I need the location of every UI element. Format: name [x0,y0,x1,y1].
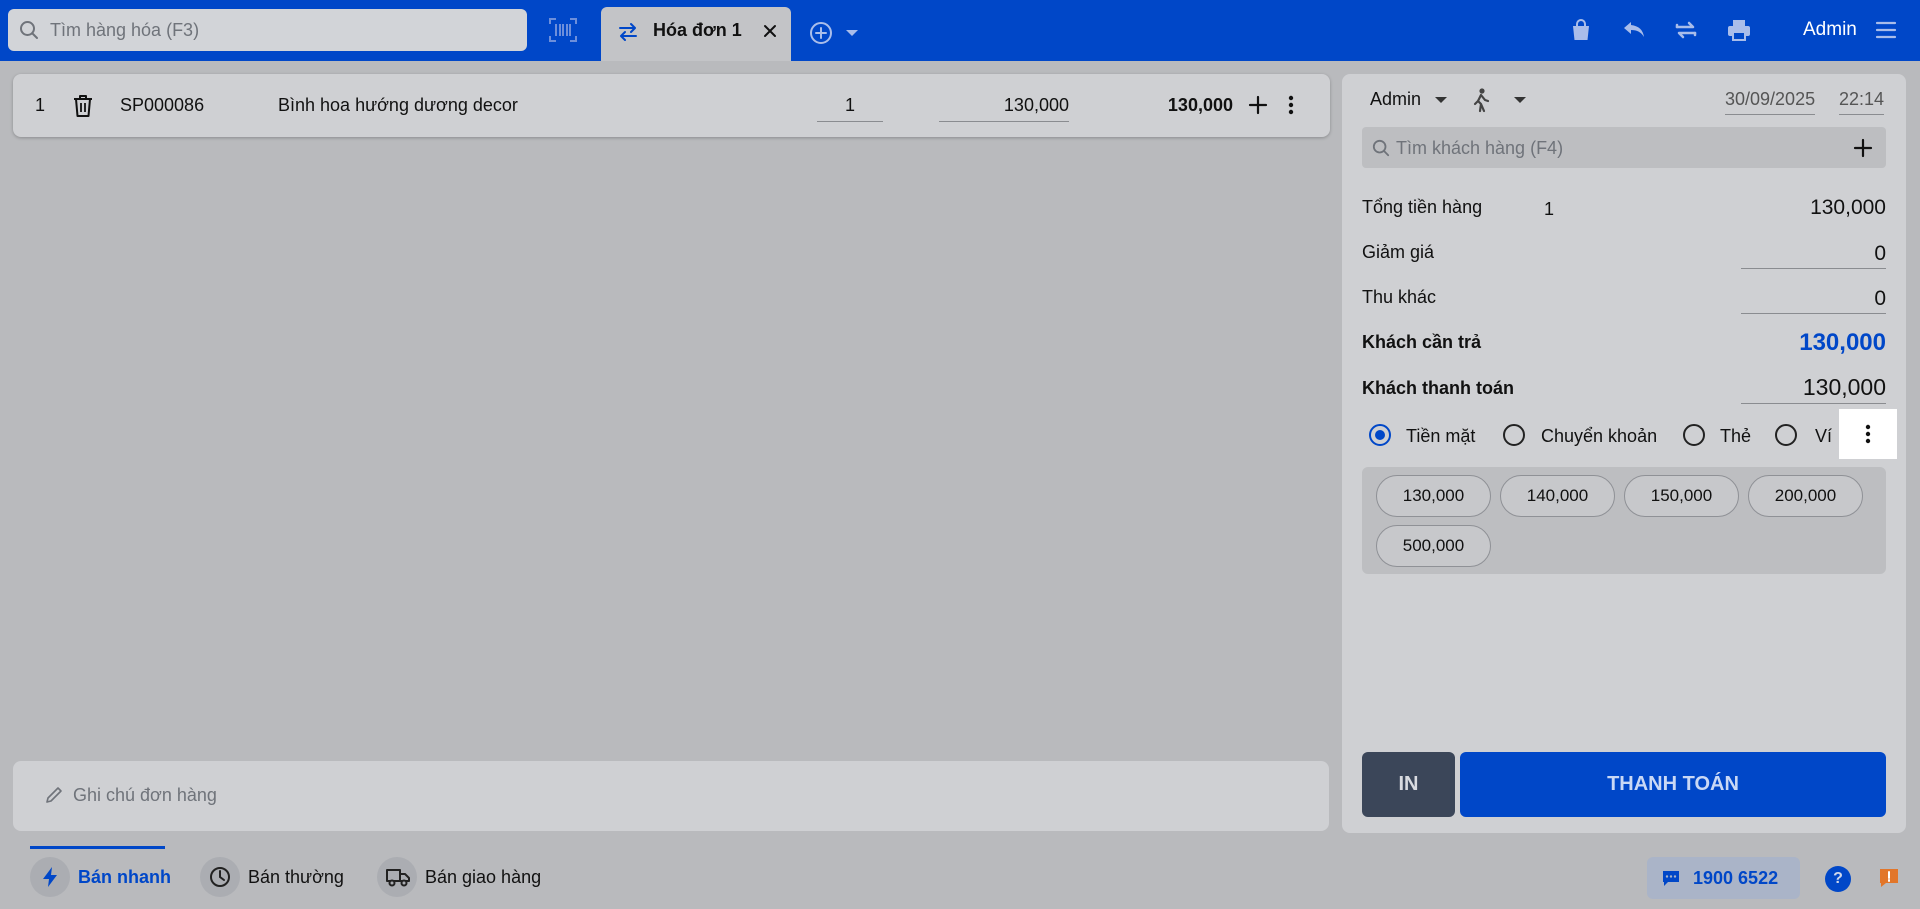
nav-label: Bán giao hàng [425,867,542,887]
nav-quick-sale[interactable]: Bán nhanh [30,857,171,897]
radio-wallet[interactable] [1775,424,1797,446]
add-customer-icon[interactable] [1852,137,1874,159]
amount-due-value: 130,000 [1799,329,1886,356]
trash-icon[interactable] [71,93,95,119]
table-row[interactable]: 1 SP000086 Bình hoa hướng dương decor 1 … [13,74,1330,137]
quick-amount-chip[interactable]: 140,000 [1500,475,1615,517]
payment-option-label: Ví [1815,426,1833,446]
customer-search-placeholder: Tìm khách hàng (F4) [1396,138,1564,158]
swap-icon[interactable] [617,21,639,43]
discount-input[interactable]: 0 [1741,242,1886,269]
radio-card[interactable] [1683,424,1705,446]
payment-option-label: Tiền mặt [1406,426,1476,446]
unit-price-input[interactable]: 130,000 [939,95,1069,122]
pay-button[interactable]: THANH TOÁN [1460,752,1886,817]
radio-cash[interactable] [1369,424,1391,446]
payment-option-wallet[interactable]: Ví [1775,424,1835,454]
plus-icon[interactable] [1247,94,1269,116]
order-note-placeholder: Ghi chú đơn hàng [73,785,217,805]
other-fee-label: Thu khác [1362,287,1437,307]
quick-amounts: 130,000 140,000 150,000 200,000 500,000 [1362,467,1886,574]
search-icon [19,20,39,40]
pencil-icon [44,785,64,805]
payment-option-label: Thẻ [1720,426,1752,446]
quick-amount-chip[interactable]: 130,000 [1376,475,1491,517]
chevron-down-icon[interactable] [845,28,859,38]
row-index: 1 [35,95,46,115]
barcode-scan-icon[interactable] [548,16,578,44]
quantity-input[interactable]: 1 [817,95,883,122]
close-icon[interactable] [761,22,779,40]
radio-transfer[interactable] [1503,424,1525,446]
customer-paid-label: Khách thanh toán [1362,378,1514,398]
seller-select[interactable]: Admin [1370,89,1421,110]
payment-option-card[interactable]: Thẻ [1683,424,1763,454]
print-button[interactable]: IN [1362,752,1455,817]
more-vertical-icon[interactable] [1287,94,1295,116]
nav-delivery-sale[interactable]: Bán giao hàng [377,857,557,897]
search-icon [1372,139,1390,157]
lightning-icon [30,857,70,897]
product-search-input[interactable]: Tìm hàng hóa (F3) [8,9,527,51]
quick-amount-chip[interactable]: 500,000 [1376,525,1491,567]
feedback-icon[interactable] [1877,866,1901,890]
payment-option-cash[interactable]: Tiền mặt [1368,424,1488,454]
more-payment-methods-button[interactable] [1839,409,1897,459]
product-name: Bình hoa hướng dương decor [278,95,518,115]
nav-label: Bán nhanh [78,867,171,887]
help-icon[interactable]: ? [1825,866,1851,892]
truck-icon [377,857,417,897]
walking-person-icon[interactable] [1470,87,1492,113]
user-name[interactable]: Admin [1803,19,1857,41]
chevron-down-icon[interactable] [1434,95,1448,105]
nav-label: Bán thường [248,867,344,887]
subtotal-label: Tổng tiền hàng [1362,197,1483,217]
chat-icon [1663,871,1679,886]
quick-amount-chip[interactable]: 200,000 [1748,475,1863,517]
hotline-number: 1900 6522 [1693,868,1779,888]
undo-icon[interactable] [1620,16,1648,44]
nav-normal-sale[interactable]: Bán thường [200,857,350,897]
active-tab-indicator [30,846,165,849]
order-note-input[interactable]: Ghi chú đơn hàng [13,761,1329,831]
chevron-down-icon[interactable] [1513,95,1527,105]
payment-option-transfer[interactable]: Chuyển khoản [1503,424,1663,454]
customer-search-input[interactable]: Tìm khách hàng (F4) [1362,127,1886,168]
product-search-placeholder: Tìm hàng hóa (F3) [50,20,200,40]
line-total: 130,000 [1167,95,1233,115]
amount-due-label: Khách cần trả [1362,332,1482,352]
product-code: SP000086 [120,95,205,115]
customer-paid-input[interactable]: 130,000 [1741,374,1886,404]
hotline-button[interactable]: 1900 6522 [1647,857,1800,899]
sync-icon[interactable] [1672,16,1700,44]
shopping-bag-icon[interactable] [1567,16,1595,44]
clock-icon [200,857,240,897]
payment-option-label: Chuyển khoản [1541,426,1658,446]
other-fee-input[interactable]: 0 [1741,287,1886,314]
menu-icon[interactable] [1874,18,1898,42]
printer-icon[interactable] [1725,16,1753,44]
discount-label: Giảm giá [1362,242,1435,262]
tab-label: Hóa đơn 1 [653,20,742,40]
add-tab-icon[interactable] [808,20,834,46]
time-field[interactable]: 22:14 [1839,89,1885,115]
tab-invoice-1[interactable]: Hóa đơn 1 [601,7,791,61]
more-vertical-icon [1865,424,1871,444]
subtotal-count: 1 [1544,199,1555,219]
date-field[interactable]: 30/09/2025 [1725,89,1816,115]
subtotal-value: 130,000 [1810,196,1886,219]
quick-amount-chip[interactable]: 150,000 [1624,475,1739,517]
